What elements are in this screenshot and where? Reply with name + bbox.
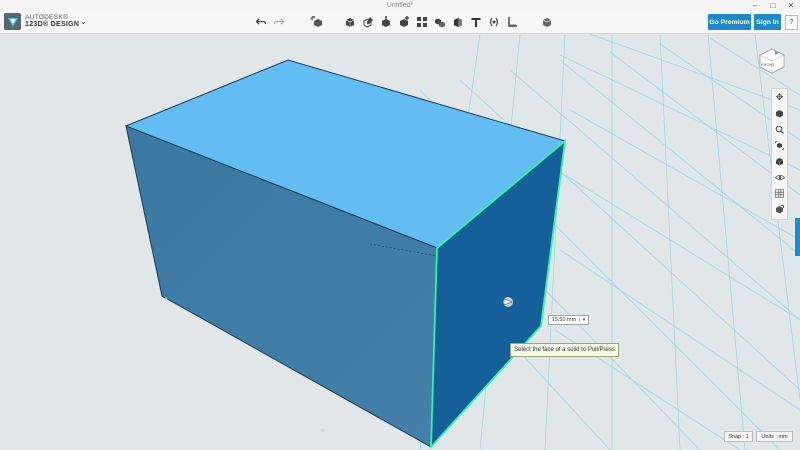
measure-icon[interactable] xyxy=(505,15,519,29)
brand-block: AUTODESK® 123D® DESIGN xyxy=(25,14,79,28)
main-toolbar: AUTODESK® 123D® DESIGN ⌄ xyxy=(0,11,800,34)
primitives-icon[interactable] xyxy=(343,15,357,29)
modify-icon[interactable] xyxy=(397,15,411,29)
pan-icon[interactable]: ✥ xyxy=(772,89,787,105)
transform-icon[interactable] xyxy=(310,15,324,29)
side-panel-tab[interactable] xyxy=(795,218,800,256)
viewcube-face-label: FRONT xyxy=(761,62,775,67)
snap-icon[interactable] xyxy=(487,15,501,29)
group-icon[interactable] xyxy=(433,15,447,29)
brand-company: AUTODESK® xyxy=(25,14,69,21)
app-logo-icon[interactable] xyxy=(4,13,21,30)
dimension-input[interactable]: 15.50 mm ▾ xyxy=(548,315,589,325)
construct-icon[interactable] xyxy=(379,15,393,29)
go-premium-button[interactable]: Go Premium xyxy=(708,14,751,30)
window-title: Untitled* xyxy=(386,2,414,9)
dimension-dropdown-icon[interactable]: ▾ xyxy=(579,317,588,323)
title-bar: Untitled* – □ ✕ xyxy=(0,0,800,11)
close-button[interactable]: ✕ xyxy=(782,0,800,11)
axis-marker: ⟐ xyxy=(321,428,325,434)
redo-icon[interactable] xyxy=(272,15,286,29)
dimension-value[interactable]: 15.50 mm xyxy=(549,317,579,323)
snap-setting[interactable]: Snap : 1 xyxy=(724,431,753,442)
axis-marker: ✕ xyxy=(164,296,168,302)
tool-hint-tooltip: Select the face of a solid to Pull/Press xyxy=(510,343,619,357)
cursor-arrow-icon xyxy=(503,297,513,307)
minimize-button[interactable]: – xyxy=(746,0,764,11)
units-setting[interactable]: Units : mm xyxy=(756,431,793,442)
maximize-button[interactable]: □ xyxy=(764,0,782,11)
pattern-icon[interactable] xyxy=(415,15,429,29)
window-controls: – □ ✕ xyxy=(746,0,800,11)
text-icon[interactable] xyxy=(469,15,483,29)
help-button[interactable]: ? xyxy=(785,15,798,30)
fit-icon[interactable] xyxy=(772,137,787,153)
sign-in-button[interactable]: Sign In xyxy=(754,14,781,30)
navigation-bar: ✥ xyxy=(771,88,788,220)
material-icon[interactable] xyxy=(540,15,554,29)
orbit-icon[interactable] xyxy=(772,105,787,121)
zoom-icon[interactable] xyxy=(772,121,787,137)
grid-icon[interactable] xyxy=(772,185,787,201)
brand-product: 123D® DESIGN xyxy=(25,21,80,28)
app-menu-chevron-icon[interactable]: ⌄ xyxy=(80,17,87,26)
views-icon[interactable] xyxy=(772,153,787,169)
sketch-icon[interactable] xyxy=(361,15,375,29)
combine-icon[interactable] xyxy=(451,15,465,29)
viewport-canvas[interactable]: ✕ ⟐ xyxy=(0,34,800,450)
visibility-icon[interactable] xyxy=(772,169,787,185)
undo-icon[interactable] xyxy=(254,15,268,29)
material-view-icon[interactable] xyxy=(772,201,787,217)
viewcube[interactable]: FRONT xyxy=(757,46,787,81)
